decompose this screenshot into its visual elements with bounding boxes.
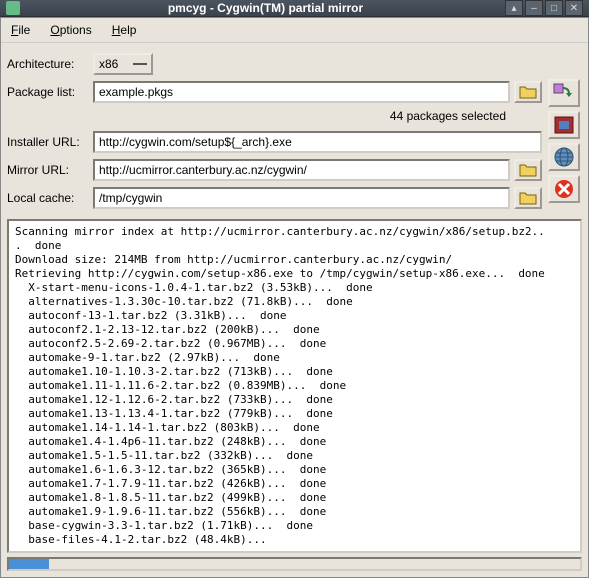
- globe-icon: [553, 146, 575, 168]
- mirror-url-label: Mirror URL:: [7, 163, 89, 177]
- installer-url-input[interactable]: [93, 131, 542, 153]
- cancel-icon: [553, 178, 575, 200]
- client-area: File Options Help Architecture: x86 Pack…: [0, 17, 589, 578]
- download-button[interactable]: [548, 143, 580, 171]
- form-area: Architecture: x86 Package list: 44 packa…: [1, 43, 588, 215]
- architecture-label: Architecture:: [7, 57, 89, 71]
- local-cache-input[interactable]: [93, 187, 510, 209]
- local-cache-label: Local cache:: [7, 191, 89, 205]
- mirror-url-input[interactable]: [93, 159, 510, 181]
- menu-file[interactable]: File: [7, 21, 34, 39]
- package-status: 44 packages selected: [7, 107, 542, 127]
- rollup-button[interactable]: ▴: [505, 0, 523, 16]
- local-cache-row: Local cache:: [7, 185, 542, 211]
- maximize-button[interactable]: □: [545, 0, 563, 16]
- progress-bar: [7, 557, 582, 571]
- mirror-url-row: Mirror URL:: [7, 157, 542, 183]
- stats-button[interactable]: [548, 111, 580, 139]
- architecture-row: Architecture: x86: [7, 51, 542, 77]
- package-list-input[interactable]: [93, 81, 510, 103]
- build-icon: [553, 83, 575, 103]
- mirror-url-browse-button[interactable]: [514, 159, 542, 181]
- architecture-value: x86: [99, 57, 118, 71]
- cancel-button[interactable]: [548, 175, 580, 203]
- architecture-select[interactable]: x86: [93, 53, 153, 75]
- folder-icon: [519, 191, 537, 205]
- local-cache-browse-button[interactable]: [514, 187, 542, 209]
- progress-fill: [9, 559, 49, 569]
- package-list-label: Package list:: [7, 85, 89, 99]
- titlebar: pmcyg - Cygwin(TM) partial mirror ▴ – □ …: [0, 0, 589, 17]
- minimize-button[interactable]: –: [525, 0, 543, 16]
- installer-url-label: Installer URL:: [7, 135, 89, 149]
- installer-url-row: Installer URL:: [7, 129, 542, 155]
- window-title: pmcyg - Cygwin(TM) partial mirror: [26, 1, 505, 15]
- action-buttons: [546, 51, 582, 211]
- window-controls: ▴ – □ ✕: [505, 0, 583, 16]
- menubar: File Options Help: [1, 18, 588, 43]
- output-log[interactable]: Scanning mirror index at http://ucmirror…: [7, 219, 582, 553]
- app-icon: [6, 1, 20, 15]
- menu-options[interactable]: Options: [46, 21, 95, 39]
- form-left: Architecture: x86 Package list: 44 packa…: [7, 51, 542, 211]
- folder-icon: [519, 163, 537, 177]
- stats-icon: [553, 115, 575, 135]
- package-list-browse-button[interactable]: [514, 81, 542, 103]
- package-list-row: Package list:: [7, 79, 542, 105]
- dropdown-icon: [133, 63, 147, 65]
- main-window: pmcyg - Cygwin(TM) partial mirror ▴ – □ …: [0, 0, 589, 577]
- build-button[interactable]: [548, 79, 580, 107]
- close-button[interactable]: ✕: [565, 0, 583, 16]
- menu-help[interactable]: Help: [108, 21, 141, 39]
- folder-icon: [519, 85, 537, 99]
